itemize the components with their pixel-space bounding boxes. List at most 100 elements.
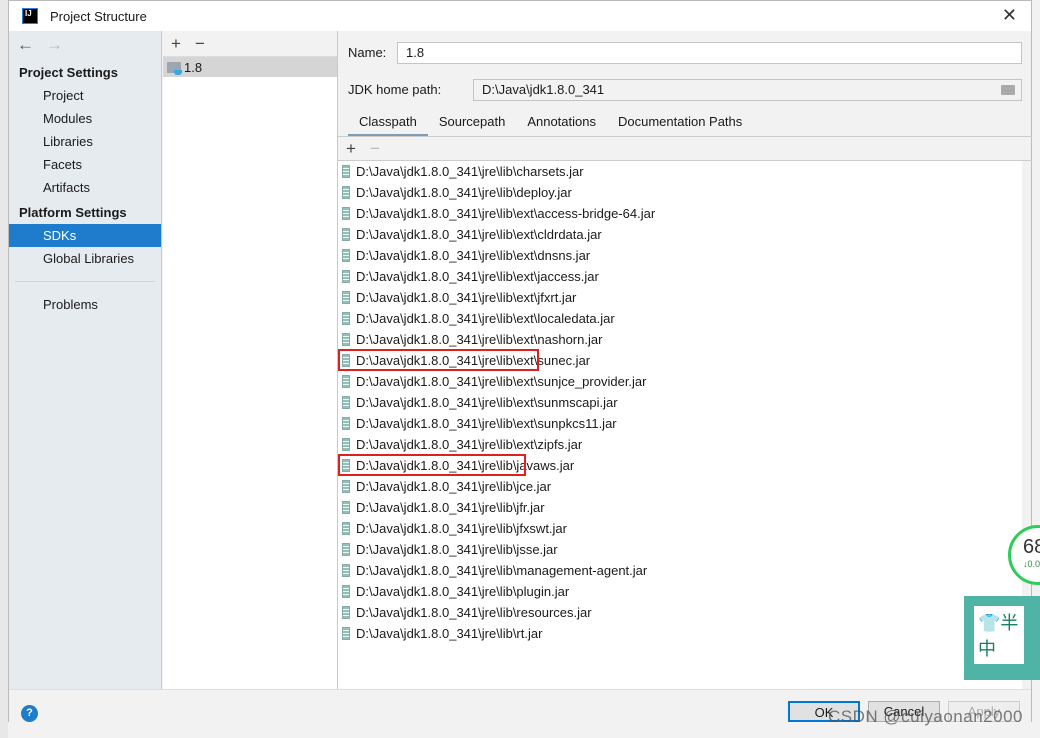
name-label: Name: [348,45,387,60]
jar-icon [342,417,350,430]
sidebar-item-sdks[interactable]: SDKs [9,224,161,247]
sidebar-item-problems[interactable]: Problems [9,293,161,316]
classpath-row[interactable]: D:\Java\jdk1.8.0_341\jre\lib\ext\jaccess… [338,266,1022,287]
highlight-box [338,454,526,476]
classpath-row[interactable]: D:\Java\jdk1.8.0_341\jre\lib\ext\zipfs.j… [338,434,1022,455]
sidebar-item-project[interactable]: Project [9,84,161,107]
add-icon[interactable]: + [171,34,181,54]
classpath-row[interactable]: D:\Java\jdk1.8.0_341\jre\lib\ext\sunec.j… [338,349,1022,371]
sidebar-item-facets[interactable]: Facets [9,153,161,176]
close-icon[interactable]: ✕ [1002,5,1017,26]
classpath-entry: D:\Java\jdk1.8.0_341\jre\lib\deploy.jar [356,185,572,200]
sidebar-item-libraries[interactable]: Libraries [9,130,161,153]
classpath-row[interactable]: D:\Java\jdk1.8.0_341\jre\lib\ext\access-… [338,203,1022,224]
watermark: CSDN @cuiyaonan2000 [828,707,1023,726]
ime-widget[interactable]: 👕半中 [964,596,1040,680]
classpath-row[interactable]: D:\Java\jdk1.8.0_341\jre\lib\jsse.jar [338,539,1022,560]
window-title: Project Structure [50,8,147,24]
classpath-row[interactable]: D:\Java\jdk1.8.0_341\jre\lib\plugin.jar [338,581,1022,602]
tab-documentation-paths[interactable]: Documentation Paths [607,111,753,137]
classpath-entry: D:\Java\jdk1.8.0_341\jre\lib\jfxswt.jar [356,521,567,536]
jdk-home-label: JDK home path: [348,82,442,97]
jar-icon [342,543,350,556]
remove-icon[interactable]: − [195,34,205,54]
jar-icon [342,333,350,346]
tab-sourcepath[interactable]: Sourcepath [428,111,517,137]
classpath-row[interactable]: D:\Java\jdk1.8.0_341\jre\lib\ext\sunpkcs… [338,413,1022,434]
classpath-row[interactable]: D:\Java\jdk1.8.0_341\jre\lib\ext\sunmsca… [338,392,1022,413]
sidebar-item-artifacts[interactable]: Artifacts [9,176,161,199]
classpath-row[interactable]: D:\Java\jdk1.8.0_341\jre\lib\charsets.ja… [338,161,1022,182]
project-structure-dialog: IJ Project Structure ✕ ← → Project Settin… [8,0,1032,723]
platform-settings-heading: Platform Settings [19,205,127,220]
classpath-row[interactable]: D:\Java\jdk1.8.0_341\jre\lib\jfr.jar [338,497,1022,518]
project-settings-heading: Project Settings [19,65,118,80]
classpath-row[interactable]: D:\Java\jdk1.8.0_341\jre\lib\rt.jar [338,623,1022,644]
sidebar-item-modules[interactable]: Modules [9,107,161,130]
jar-icon [342,228,350,241]
classpath-row[interactable]: D:\Java\jdk1.8.0_341\jre\lib\javaws.jar [338,454,1022,476]
jar-icon [342,291,350,304]
background-ide [0,0,8,738]
classpath-entry: D:\Java\jdk1.8.0_341\jre\lib\ext\jaccess… [356,269,599,284]
back-arrow-icon[interactable]: ← [17,35,34,55]
classpath-entry: D:\Java\jdk1.8.0_341\jre\lib\jfr.jar [356,500,545,515]
forward-arrow-icon[interactable]: → [46,35,63,55]
jar-icon [342,480,350,493]
classpath-row[interactable]: D:\Java\jdk1.8.0_341\jre\lib\ext\nashorn… [338,329,1022,350]
classpath-row[interactable]: D:\Java\jdk1.8.0_341\jre\lib\jfxswt.jar [338,518,1022,539]
classpath-entry: D:\Java\jdk1.8.0_341\jre\lib\charsets.ja… [356,164,584,179]
ime-char: 中 [978,639,996,659]
intellij-logo-icon: IJ [22,8,38,24]
jar-icon [342,564,350,577]
jar-icon [342,207,350,220]
tab-annotations[interactable]: Annotations [516,111,607,137]
classpath-list: D:\Java\jdk1.8.0_341\jre\lib\charsets.ja… [338,161,1022,689]
remove-classpath-icon[interactable]: − [370,139,380,159]
jdk-home-field[interactable]: D:\Java\jdk1.8.0_341 [473,79,1022,101]
jar-icon [342,396,350,409]
tab-classpath[interactable]: Classpath [348,111,428,137]
jar-icon [342,606,350,619]
widget-value: 68 [1023,536,1040,558]
ime-char: 半 [1000,613,1019,633]
sdk-item-label: 1.8 [184,59,203,75]
classpath-row[interactable]: D:\Java\jdk1.8.0_341\jre\lib\management-… [338,560,1022,581]
classpath-row[interactable]: D:\Java\jdk1.8.0_341\jre\lib\jce.jar [338,476,1022,497]
classpath-row[interactable]: D:\Java\jdk1.8.0_341\jre\lib\ext\dnsns.j… [338,245,1022,266]
jdk-folder-icon [167,61,182,75]
jdk-home-value: D:\Java\jdk1.8.0_341 [482,82,605,97]
add-classpath-icon[interactable]: + [346,139,356,159]
classpath-row[interactable]: D:\Java\jdk1.8.0_341\jre\lib\deploy.jar [338,182,1022,203]
classpath-row[interactable]: D:\Java\jdk1.8.0_341\jre\lib\ext\jfxrt.j… [338,287,1022,308]
sdk-item[interactable]: 1.8 [163,57,337,77]
classpath-row[interactable]: D:\Java\jdk1.8.0_341\jre\lib\resources.j… [338,602,1022,623]
classpath-entry: D:\Java\jdk1.8.0_341\jre\lib\jce.jar [356,479,552,494]
classpath-entry: D:\Java\jdk1.8.0_341\jre\lib\ext\cldrdat… [356,227,602,242]
divider [15,281,155,282]
classpath-entry: D:\Java\jdk1.8.0_341\jre\lib\rt.jar [356,626,543,641]
classpath-entry: D:\Java\jdk1.8.0_341\jre\lib\jsse.jar [356,542,558,557]
classpath-row[interactable]: D:\Java\jdk1.8.0_341\jre\lib\ext\sunjce_… [338,371,1022,392]
name-input[interactable]: 1.8 [397,42,1022,64]
title-bar: IJ Project Structure ✕ [9,1,1031,31]
classpath-entry: D:\Java\jdk1.8.0_341\jre\lib\ext\jfxrt.j… [356,290,577,305]
sidebar-item-global-libraries[interactable]: Global Libraries [9,247,161,270]
classpath-entry: D:\Java\jdk1.8.0_341\jre\lib\plugin.jar [356,584,570,599]
jar-icon [342,312,350,325]
jar-icon [342,270,350,283]
jar-icon [342,375,350,388]
sdk-details: Name: 1.8 JDK home path: D:\Java\jdk1.8.… [338,31,1032,689]
jar-icon [342,627,350,640]
classpath-entry: D:\Java\jdk1.8.0_341\jre\lib\ext\access-… [356,206,656,221]
help-button[interactable]: ? [21,705,38,722]
jar-icon [342,501,350,514]
classpath-row[interactable]: D:\Java\jdk1.8.0_341\jre\lib\ext\localed… [338,308,1022,329]
classpath-row[interactable]: D:\Java\jdk1.8.0_341\jre\lib\ext\cldrdat… [338,224,1022,245]
browse-folder-icon[interactable] [1001,85,1015,95]
classpath-entry: D:\Java\jdk1.8.0_341\jre\lib\ext\nashorn… [356,332,603,347]
classpath-entry: D:\Java\jdk1.8.0_341\jre\lib\ext\sunmsca… [356,395,618,410]
classpath-entry: D:\Java\jdk1.8.0_341\jre\lib\ext\dnsns.j… [356,248,591,263]
sidebar: ← → Project Settings Project Modules Librar… [9,31,162,689]
classpath-entry: D:\Java\jdk1.8.0_341\jre\lib\ext\sunpkcs… [356,416,617,431]
